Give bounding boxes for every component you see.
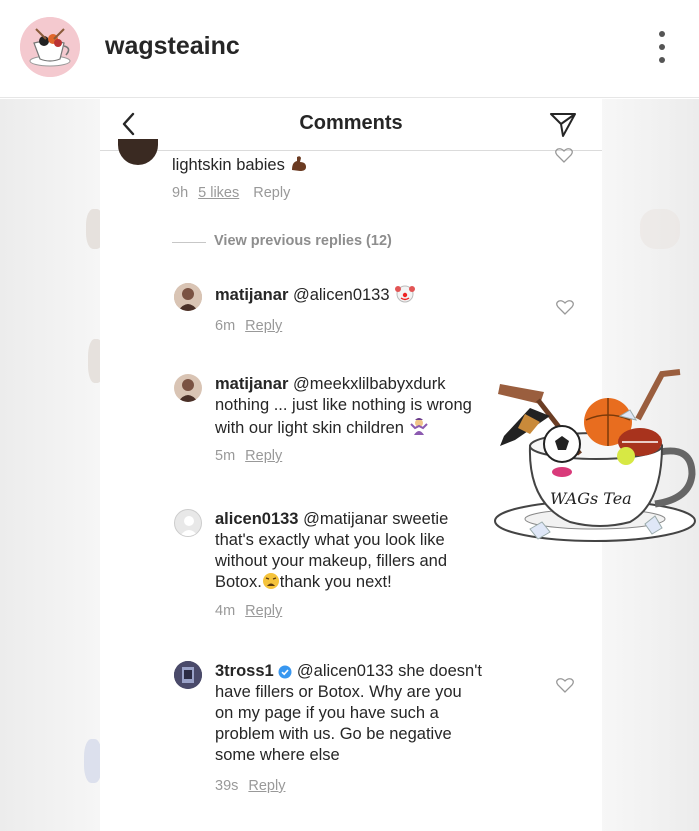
comment-username[interactable]: alicen0133 — [215, 510, 298, 528]
default-avatar-icon — [180, 516, 198, 536]
weary-face-icon — [262, 573, 279, 589]
more-options-icon[interactable] — [652, 27, 672, 67]
comment-line: have fillers or Botox. Why are you — [215, 683, 462, 701]
wags-tea-watermark: WAGs Tea — [494, 369, 696, 542]
comment-text: lightskin babies — [172, 153, 309, 176]
comment-mention[interactable]: @alicen0133 — [297, 662, 394, 680]
person-photo-icon — [174, 374, 202, 402]
person-photo-icon — [174, 661, 202, 689]
comments-header: Comments — [100, 99, 602, 151]
comment-line: problem with us. Go be negative — [215, 725, 452, 743]
post-header: wagsteainc — [0, 0, 699, 98]
reply-comment: matijanar @alicen0133 6m Reply — [100, 279, 602, 339]
person-photo-icon — [174, 283, 202, 311]
divider-line — [172, 242, 206, 243]
blur-left — [0, 99, 100, 831]
comment-meta: 5m Reply — [215, 448, 282, 464]
comment-text: alicen0133 @matijanar sweetie that's exa… — [215, 509, 495, 593]
comment-text: 3tross1 @alicen0133 she doesn't have fil… — [215, 661, 535, 766]
comment-line: some where else — [215, 746, 340, 764]
comment-time: 6m — [215, 318, 236, 334]
reply-comment: 3tross1 @alicen0133 she doesn't have fil… — [100, 657, 602, 807]
likes-link[interactable]: 5 likes — [198, 185, 239, 201]
reply-link[interactable]: Reply — [253, 185, 290, 201]
comment-time: 5m — [215, 448, 236, 464]
post-username[interactable]: wagsteainc — [105, 32, 240, 61]
comment-meta: 39s Reply — [215, 778, 285, 794]
comment-line: Botox. — [215, 573, 262, 591]
comment-line: she doesn't — [398, 662, 482, 680]
commenter-avatar[interactable] — [174, 283, 202, 311]
post-avatar[interactable] — [20, 17, 80, 77]
reply-link[interactable]: Reply — [245, 603, 282, 619]
comment-line: thank you next! — [279, 573, 392, 591]
comment-mention[interactable]: @meekxlilbabyxdurk — [293, 375, 445, 393]
comment-line: with our light skin children — [215, 419, 404, 437]
comment-line: sweetie — [392, 510, 449, 528]
reply-link[interactable]: Reply — [248, 778, 285, 794]
watermark-text: WAGs Tea — [550, 489, 632, 508]
send-direct-icon[interactable] — [548, 109, 578, 139]
comment-time: 9h — [172, 185, 189, 201]
person-shrugging-icon — [409, 418, 428, 435]
comment-text: matijanar @alicen0133 — [215, 283, 416, 306]
comments-title: Comments — [299, 112, 403, 134]
comment-meta: 4m Reply — [215, 603, 282, 619]
comment-meta: 9h 5 likes Reply — [172, 185, 290, 201]
comment-time: 39s — [215, 778, 239, 794]
blur-blob — [640, 209, 680, 249]
comment-username[interactable]: matijanar — [215, 375, 288, 393]
reply-link[interactable]: Reply — [245, 318, 282, 334]
comment-line: on my page if you have such a — [215, 704, 439, 722]
heart-icon[interactable] — [556, 677, 574, 693]
comment-mention[interactable]: @alicen0133 — [293, 286, 390, 304]
comment-line: that's exactly what you look like — [215, 531, 445, 549]
comment-body: lightskin babies — [172, 156, 285, 174]
comment-meta: 6m Reply — [215, 318, 282, 334]
teacup-logo-icon — [20, 17, 80, 77]
clown-face-icon — [395, 285, 416, 303]
commenter-avatar[interactable] — [118, 139, 158, 165]
top-comment: lightskin babies 9h 5 likes Reply — [100, 139, 602, 211]
commenter-avatar[interactable] — [174, 374, 202, 402]
comment-username[interactable]: matijanar — [215, 286, 288, 304]
commenter-avatar[interactable] — [174, 661, 202, 689]
heart-icon[interactable] — [555, 147, 573, 163]
comment-line: without your makeup, fillers and — [215, 552, 448, 570]
commenter-avatar[interactable] — [174, 509, 202, 537]
comment-time: 4m — [215, 603, 236, 619]
post-image: Comments lightskin babies 9h 5 likes Reply… — [0, 99, 699, 831]
verified-badge-icon — [278, 665, 292, 679]
reply-link[interactable]: Reply — [245, 448, 282, 464]
comment-mention[interactable]: @matijanar — [303, 510, 388, 528]
comment-username[interactable]: 3tross1 — [215, 662, 274, 680]
heart-icon[interactable] — [556, 299, 574, 315]
flexed-biceps-icon — [292, 156, 307, 171]
view-previous-replies[interactable]: View previous replies (12) — [214, 233, 392, 249]
